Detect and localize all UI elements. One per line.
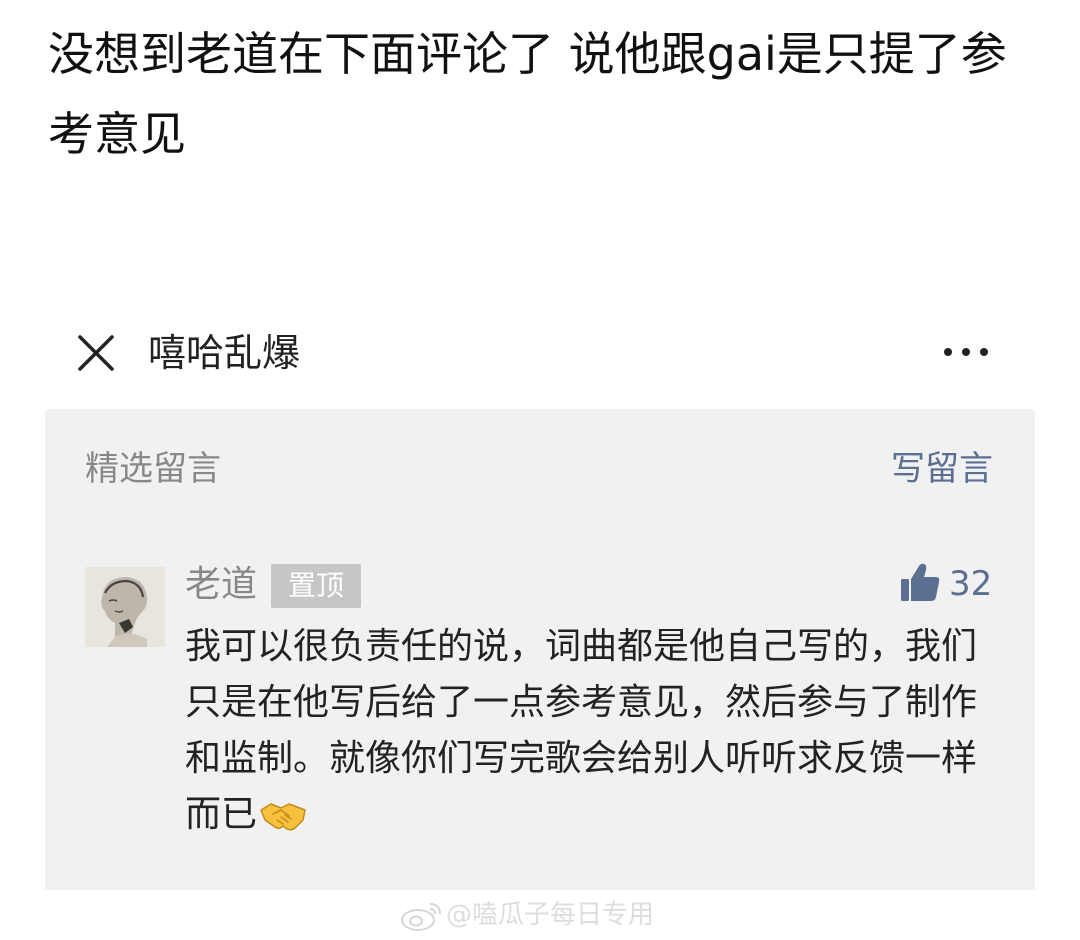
handshake-emoji-icon (260, 803, 306, 831)
section-title: 精选留言 (85, 449, 221, 489)
thumbs-up-icon (901, 563, 940, 601)
watermark-text: @嗑瓜子每日专用 (446, 900, 655, 930)
like-button[interactable]: 32 (899, 559, 1009, 609)
write-comment-link[interactable]: 写留言 (891, 445, 993, 493)
article-header: 嘻哈乱爆 (0, 318, 1080, 388)
more-dots-icon (944, 348, 988, 356)
watermark: @嗑瓜子每日专用 (400, 896, 654, 934)
comment-author[interactable]: 老道 (185, 559, 257, 611)
avatar[interactable] (85, 567, 165, 647)
like-count: 32 (949, 564, 993, 604)
close-button[interactable] (74, 331, 118, 375)
avatar-portrait-icon (85, 567, 165, 647)
pinned-badge: 置顶 (271, 564, 361, 608)
comment-body: 我可以很负责任的说，词曲都是他自己写的，我们只是在他写后给了一点参考意见，然后参… (185, 619, 1005, 843)
weibo-icon (401, 902, 441, 931)
post-text: 没想到老道在下面评论了 说他跟gai是只提了参考意见 (48, 27, 1007, 161)
comments-panel: 精选留言 写留言 老道 置顶 32 我可以很负责任的说，词曲都是他自己写的，我们… (45, 409, 1035, 890)
article-title: 嘻哈乱爆 (148, 331, 301, 375)
more-button[interactable] (936, 334, 996, 370)
close-icon (78, 335, 114, 371)
